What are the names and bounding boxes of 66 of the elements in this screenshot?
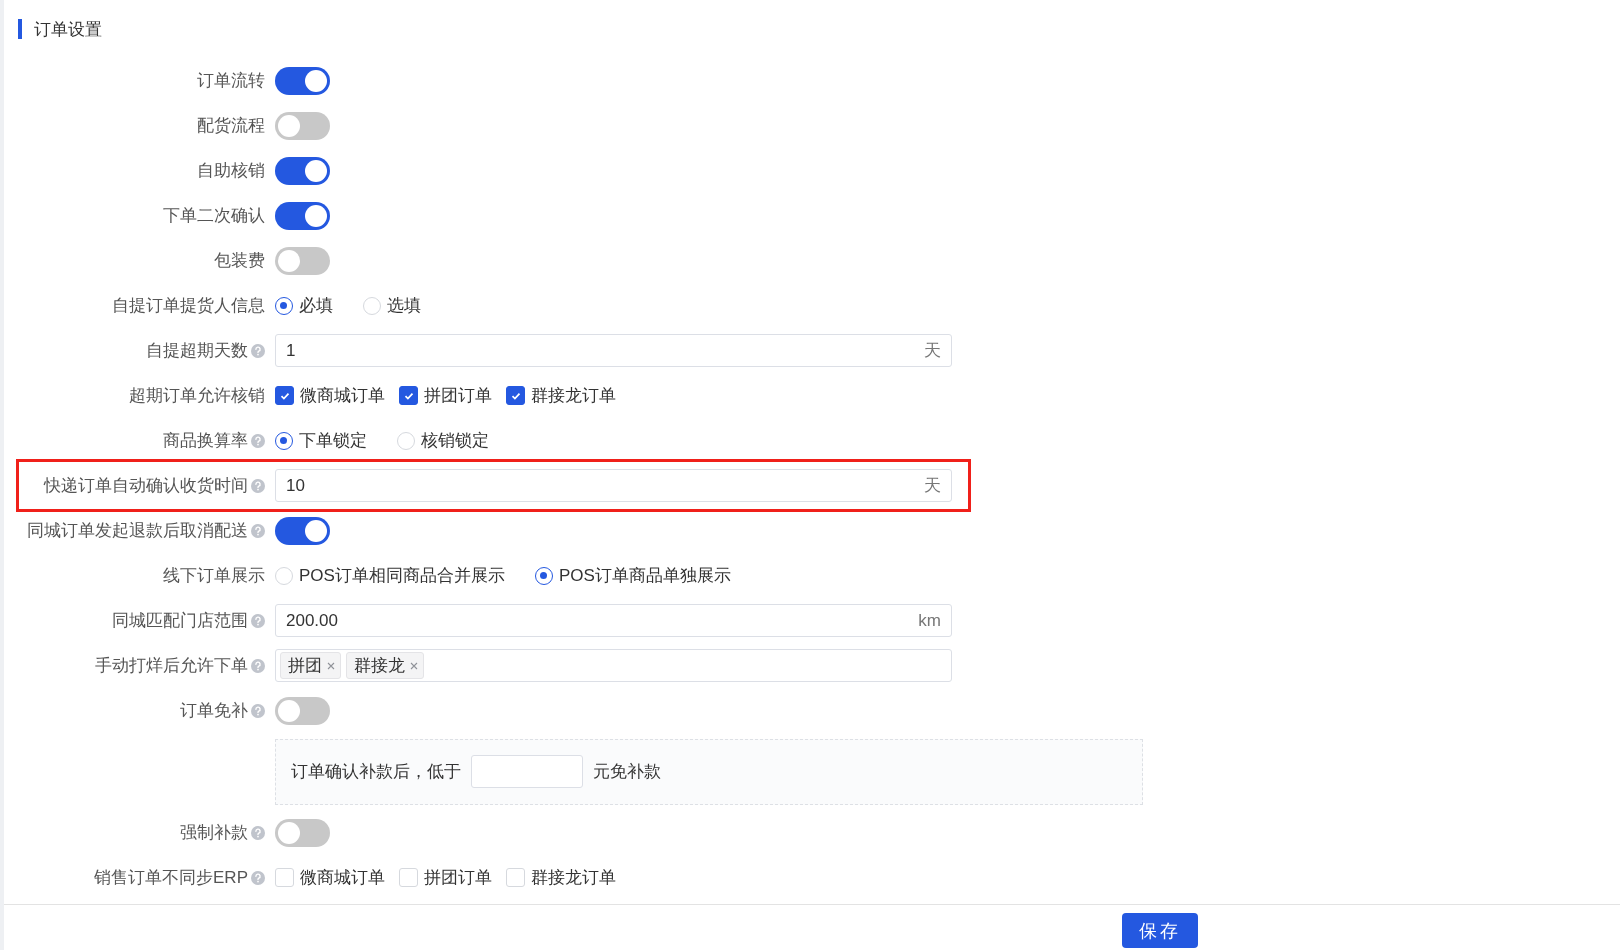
toggle-switch[interactable] bbox=[275, 246, 330, 275]
option-label: 微商城订单 bbox=[300, 385, 385, 407]
section-accent-bar bbox=[18, 19, 22, 39]
section-title: 订单设置 bbox=[34, 18, 102, 41]
field-label: 同城订单发起退款后取消配送 bbox=[27, 520, 248, 542]
field-label: 下单二次确认 bbox=[163, 205, 265, 227]
checkbox[interactable] bbox=[275, 386, 294, 405]
help-icon[interactable] bbox=[251, 658, 265, 673]
input-field[interactable]: 1 天 bbox=[275, 334, 952, 367]
radio-button[interactable] bbox=[275, 431, 293, 450]
option-label: POS订单商品单独展示 bbox=[558, 565, 731, 587]
toggle-switch[interactable] bbox=[275, 818, 330, 847]
help-icon[interactable] bbox=[251, 870, 265, 885]
save-button[interactable]: 保存 bbox=[1122, 913, 1198, 948]
toggle-switch[interactable] bbox=[275, 201, 330, 230]
toggle-switch[interactable] bbox=[275, 66, 330, 95]
close-icon[interactable] bbox=[326, 660, 336, 671]
help-icon[interactable] bbox=[251, 703, 265, 718]
option-label: 选填 bbox=[387, 295, 421, 317]
field-label: 快递订单自动确认收货时间 bbox=[44, 475, 248, 497]
help-icon[interactable] bbox=[251, 478, 265, 493]
field-label: 自助核销 bbox=[197, 160, 265, 182]
option-label: 拼团订单 bbox=[424, 385, 492, 407]
checkbox[interactable] bbox=[399, 386, 418, 405]
field-label: 强制补款 bbox=[180, 822, 248, 844]
toggle-switch[interactable] bbox=[275, 516, 330, 545]
help-icon[interactable] bbox=[251, 433, 265, 448]
field-label: 配货流程 bbox=[197, 115, 265, 137]
option-label: 下单锁定 bbox=[299, 430, 367, 452]
option-label: POS订单相同商品合并展示 bbox=[299, 565, 505, 587]
help-icon[interactable] bbox=[251, 613, 265, 628]
option-label: 群接龙订单 bbox=[531, 867, 616, 889]
option-label: 必填 bbox=[299, 295, 333, 317]
option-label: 核销锁定 bbox=[421, 430, 489, 452]
radio-button[interactable] bbox=[534, 566, 553, 585]
input-field[interactable]: 10 天 bbox=[275, 469, 952, 502]
field-label: 商品换算率 bbox=[163, 430, 248, 452]
radio-button[interactable] bbox=[275, 296, 293, 315]
field-label: 订单流转 bbox=[197, 70, 265, 92]
toggle-switch[interactable] bbox=[275, 696, 330, 725]
tag: 群接龙 bbox=[346, 652, 424, 679]
option-label: 群接龙订单 bbox=[531, 385, 616, 407]
field-label: 包装费 bbox=[214, 250, 265, 272]
tag-select-field[interactable]: 拼团 群接龙 bbox=[275, 649, 952, 682]
field-label: 线下订单展示 bbox=[163, 565, 265, 587]
field-label: 同城匹配门店范围 bbox=[112, 610, 248, 632]
note-text: 元免补款 bbox=[593, 761, 661, 783]
field-label: 销售订单不同步ERP bbox=[94, 867, 248, 889]
note-text: 订单确认补款后，低于 bbox=[291, 761, 461, 783]
toggle-switch[interactable] bbox=[275, 156, 330, 185]
option-label: 拼团订单 bbox=[424, 867, 492, 889]
field-label: 自提订单提货人信息 bbox=[112, 295, 265, 317]
field-label: 自提超期天数 bbox=[146, 340, 248, 362]
help-icon[interactable] bbox=[251, 343, 265, 358]
help-icon[interactable] bbox=[251, 825, 265, 840]
close-icon[interactable] bbox=[409, 660, 419, 671]
tag: 拼团 bbox=[280, 652, 341, 679]
amount-input-field[interactable] bbox=[471, 755, 583, 788]
field-label: 订单免补 bbox=[180, 700, 248, 722]
field-label: 超期订单允许核销 bbox=[129, 385, 265, 407]
help-icon[interactable] bbox=[251, 523, 265, 538]
input-field[interactable]: 200.00 km bbox=[275, 604, 952, 637]
toggle-switch[interactable] bbox=[275, 111, 330, 140]
option-label: 微商城订单 bbox=[300, 867, 385, 889]
checkbox[interactable] bbox=[506, 386, 525, 405]
field-label: 手动打烊后允许下单 bbox=[95, 655, 248, 677]
